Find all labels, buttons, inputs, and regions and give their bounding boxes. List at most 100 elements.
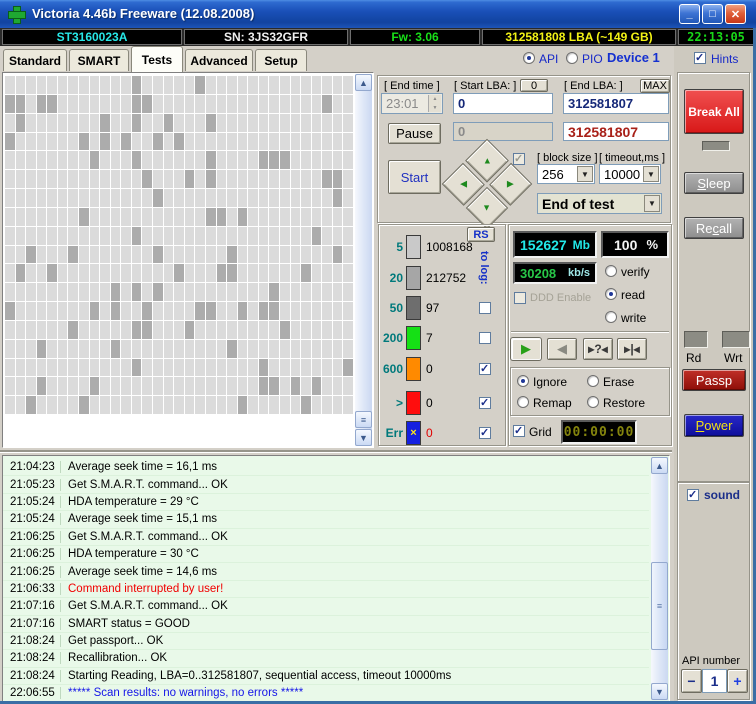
break-all-button[interactable]: Break All <box>684 89 744 134</box>
timeout-dropdown-icon[interactable]: ▼ <box>643 166 659 182</box>
end-time-spinner[interactable]: ▲ ▼ <box>428 95 441 112</box>
scan-block <box>290 283 301 301</box>
ignore-radio[interactable] <box>517 375 529 387</box>
scan-block <box>343 76 353 94</box>
power-button[interactable]: Power <box>684 414 744 437</box>
api-number-plus-button[interactable]: + <box>727 669 748 693</box>
device-label[interactable]: Device 1 <box>607 50 660 65</box>
grid-scroll-menu-icon[interactable]: ≡ <box>355 411 372 428</box>
passp-button[interactable]: Passp <box>682 369 746 391</box>
log-time: 21:06:25 <box>3 548 61 561</box>
scan-block <box>290 226 301 245</box>
scan-block <box>57 151 68 170</box>
step-back-button[interactable]: ◀ <box>547 338 577 360</box>
minimize-button[interactable]: _ <box>679 4 700 24</box>
scan-block <box>279 226 290 245</box>
scan-block <box>57 320 68 339</box>
maximize-button[interactable]: □ <box>702 4 723 24</box>
scan-block <box>174 76 184 94</box>
scan-block <box>279 264 290 283</box>
tab-advanced[interactable]: Advanced <box>185 49 253 71</box>
sound-checkbox[interactable] <box>687 488 699 501</box>
scan-block <box>110 302 121 320</box>
api-number-minus-button[interactable]: − <box>681 669 702 693</box>
log-scrollbar[interactable]: ▲ ≡ ▼ <box>651 457 668 700</box>
start-lba-input[interactable]: 0 <box>453 93 553 114</box>
log-scroll-down-icon[interactable]: ▼ <box>651 683 668 700</box>
scan-block <box>131 94 142 113</box>
to-log-checkbox-50[interactable] <box>479 302 491 314</box>
start-button[interactable]: Start <box>388 160 441 194</box>
grid-scroll-down-icon[interactable]: ▼ <box>355 429 372 446</box>
scan-block <box>205 113 216 132</box>
scan-block <box>343 226 353 245</box>
grid-scroll-up-icon[interactable]: ▲ <box>355 74 372 91</box>
scan-block <box>258 76 269 94</box>
to-log-checkbox-timeout[interactable] <box>479 396 491 409</box>
block-size-dropdown-icon[interactable]: ▼ <box>577 166 593 182</box>
read-radio[interactable] <box>605 288 617 300</box>
divider <box>0 450 672 452</box>
app-icon[interactable] <box>8 6 26 24</box>
log-scroll-thumb[interactable]: ≡ <box>651 562 668 650</box>
seek-end-button[interactable]: ▸|◂ <box>617 338 647 360</box>
end-lba-input[interactable]: 312581807 <box>563 93 669 114</box>
scan-block <box>343 189 353 207</box>
recall-button[interactable]: Re c all <box>684 217 744 239</box>
hints-label: Hints <box>711 52 739 66</box>
tab-setup[interactable]: Setup <box>255 49 307 71</box>
tab-standard[interactable]: Standard <box>3 49 67 71</box>
percent-unit: % <box>646 237 658 252</box>
block-size-combo[interactable]: 256 ▼ <box>537 164 595 184</box>
api-radio[interactable] <box>523 52 535 64</box>
start-lba-zero-button[interactable]: 0 <box>520 79 548 92</box>
seek-test-button[interactable]: ▸?◂ <box>583 338 613 360</box>
scan-block <box>100 113 110 132</box>
scan-block <box>47 264 57 283</box>
scan-block <box>301 264 311 283</box>
log-scroll-up-icon[interactable]: ▲ <box>651 457 668 474</box>
spin-down-icon[interactable]: ▼ <box>433 105 438 111</box>
scan-block <box>79 320 89 339</box>
scan-block <box>279 76 290 94</box>
write-radio[interactable] <box>605 311 617 323</box>
scan-block <box>248 207 258 226</box>
end-action-combo[interactable]: End of test ▼ <box>537 193 662 214</box>
scan-block <box>301 302 311 320</box>
scan-block <box>89 377 100 396</box>
scan-block <box>121 207 131 226</box>
to-log-checkbox-200[interactable] <box>479 332 491 344</box>
scan-block <box>153 207 163 226</box>
end-lba-max-button[interactable]: MAX <box>640 79 670 93</box>
spin-up-icon[interactable]: ▲ <box>433 96 438 102</box>
timeout-combo[interactable]: 10000 ▼ <box>599 164 661 184</box>
remap-radio[interactable] <box>517 396 529 408</box>
scan-block <box>237 226 248 245</box>
tab-tests[interactable]: Tests <box>131 46 183 72</box>
tab-smart[interactable]: SMART <box>69 49 129 71</box>
log-message: Average seek time = 15,1 ms <box>68 513 218 526</box>
log-panel: 21:04:23 Average seek time = 16,1 ms 21:… <box>2 455 670 702</box>
sleep-button[interactable]: Sleep <box>684 172 744 194</box>
verify-radio[interactable] <box>605 265 617 277</box>
pio-radio[interactable] <box>566 52 578 64</box>
scan-block <box>26 377 36 396</box>
scan-block <box>311 264 322 283</box>
restore-radio[interactable] <box>587 396 599 408</box>
hints-checkbox[interactable] <box>694 51 706 64</box>
scan-block <box>205 94 216 113</box>
grid-checkbox[interactable] <box>513 424 525 437</box>
to-log-checkbox-600[interactable] <box>479 362 491 375</box>
pause-button[interactable]: Pause <box>388 123 441 144</box>
close-button[interactable]: ✕ <box>725 4 746 24</box>
scan-block <box>5 76 15 94</box>
scan-block <box>47 283 57 301</box>
end-action-dropdown-icon[interactable]: ▼ <box>644 195 660 212</box>
scan-block <box>258 283 269 301</box>
grid-scrollbar[interactable]: ▲ ≡ ▼ <box>355 74 372 446</box>
to-log-checkbox-error[interactable] <box>479 426 491 439</box>
scan-block <box>100 396 110 414</box>
play-button[interactable]: ▶ <box>511 338 541 360</box>
scan-block <box>110 283 121 301</box>
erase-radio[interactable] <box>587 375 599 387</box>
